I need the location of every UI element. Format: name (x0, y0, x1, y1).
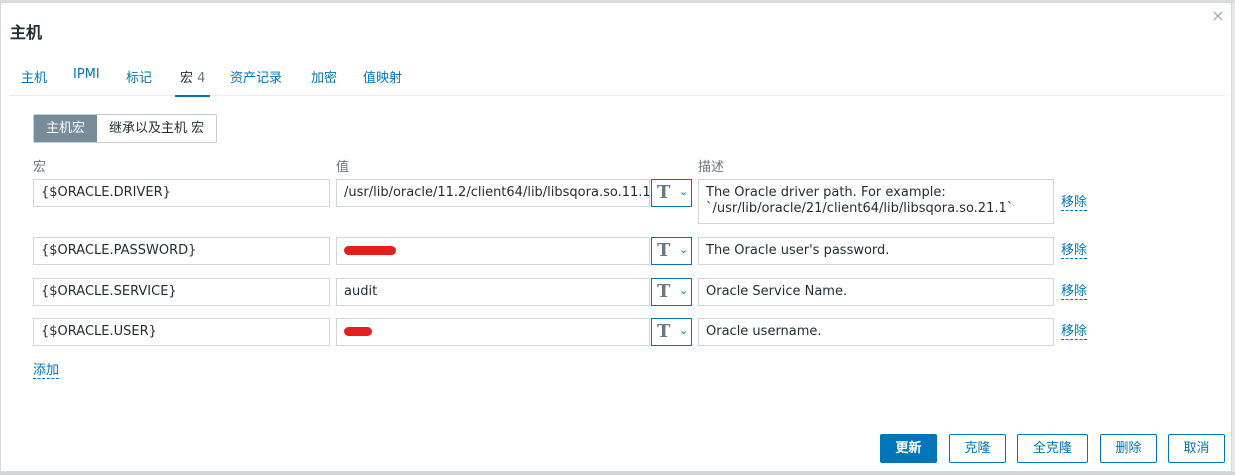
tab-bar: 主机 IPMI 标记 宏 4 资产记录 加密 值映射 (10, 59, 1225, 97)
macro-description-input[interactable]: Oracle Service Name. (698, 278, 1054, 306)
tab-tags[interactable]: 标记 (126, 67, 152, 95)
remove-macro-button[interactable]: 移除 (1061, 324, 1088, 340)
redaction-mark (344, 327, 372, 336)
full-clone-button[interactable]: 全克隆 (1017, 434, 1088, 463)
clone-button[interactable]: 克隆 (949, 434, 1006, 463)
tab-macros[interactable]: 宏 4 (175, 67, 211, 97)
remove-macro-button[interactable]: 移除 (1061, 195, 1088, 211)
text-type-icon: T (657, 240, 671, 261)
text-type-icon: T (657, 321, 671, 342)
tab-host[interactable]: 主机 (21, 67, 47, 95)
value-type-button[interactable]: T ⌄ (651, 278, 692, 306)
tab-ipmi[interactable]: IPMI (73, 67, 100, 91)
tab-macros-label: 宏 (180, 71, 194, 86)
update-button[interactable]: 更新 (880, 434, 937, 463)
macro-name-input[interactable]: {$ORACLE.SERVICE} (33, 278, 330, 306)
tab-value-mapping[interactable]: 值映射 (363, 67, 402, 95)
macro-description-input[interactable]: The Oracle driver path. For example: `/u… (698, 179, 1054, 224)
chevron-down-icon: ⌄ (679, 324, 689, 337)
redaction-mark (344, 246, 396, 255)
tab-encryption[interactable]: 加密 (311, 67, 337, 95)
text-type-icon: T (657, 182, 671, 203)
host-macros-option[interactable]: 主机宏 (34, 115, 98, 142)
text-type-icon: T (657, 281, 671, 302)
column-header-value: 值 (336, 160, 350, 175)
macro-name-input[interactable]: {$ORACLE.PASSWORD} (33, 237, 330, 265)
chevron-down-icon: ⌄ (679, 284, 689, 297)
delete-button[interactable]: 删除 (1100, 434, 1157, 463)
close-icon[interactable]: × (1211, 8, 1225, 24)
column-header-description: 描述 (698, 160, 725, 175)
value-type-button[interactable]: T ⌄ (651, 237, 692, 265)
tab-inventory[interactable]: 资产记录 (230, 67, 282, 95)
column-header-macro: 宏 (33, 160, 47, 175)
add-macro-link[interactable]: 添加 (33, 363, 60, 379)
macro-description-input[interactable]: The Oracle user's password. (698, 237, 1054, 265)
dialog-title: 主机 (10, 23, 43, 42)
value-type-button[interactable]: T ⌄ (651, 318, 692, 346)
macro-value-input[interactable] (336, 318, 650, 346)
macro-value-input[interactable]: audit (336, 278, 650, 306)
macro-mode-toggle: 主机宏 继承以及主机 宏 (33, 114, 218, 143)
inherited-macros-option[interactable]: 继承以及主机 宏 (97, 115, 217, 142)
host-dialog: 主机 × 主机 IPMI 标记 宏 4 资产记录 加密 值映射 主机宏 继承以及… (0, 2, 1232, 472)
macro-name-input[interactable]: {$ORACLE.DRIVER} (33, 179, 330, 207)
remove-macro-button[interactable]: 移除 (1061, 243, 1088, 259)
chevron-down-icon: ⌄ (679, 185, 689, 198)
cancel-button[interactable]: 取消 (1168, 434, 1225, 463)
macro-name-input[interactable]: {$ORACLE.USER} (33, 318, 330, 346)
chevron-down-icon: ⌄ (679, 243, 689, 256)
macro-description-input[interactable]: Oracle username. (698, 318, 1054, 346)
tab-macros-count: 4 (197, 71, 206, 86)
value-type-button[interactable]: T ⌄ (651, 179, 692, 207)
macro-value-input[interactable]: /usr/lib/oracle/11.2/client64/lib/libsqo… (336, 179, 650, 207)
remove-macro-button[interactable]: 移除 (1061, 284, 1088, 300)
